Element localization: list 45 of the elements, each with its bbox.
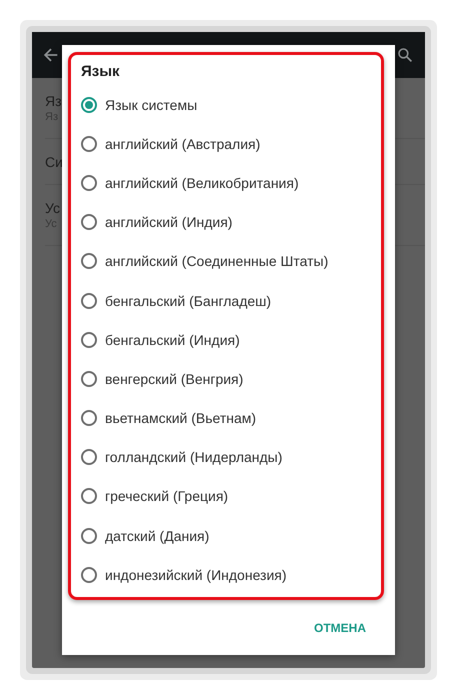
language-option[interactable]: голландский (Нидерланды) (81, 438, 381, 477)
language-option[interactable]: английский (Австралия) (81, 124, 381, 164)
option-label: вьетнамский (Вьетнам) (105, 410, 256, 426)
option-label: английский (Австралия) (105, 136, 260, 152)
option-label: голландский (Нидерланды) (105, 449, 282, 466)
option-label: английский (Индия) (105, 214, 232, 230)
option-label: венгерский (Венгрия) (105, 370, 244, 387)
radio-button[interactable] (81, 292, 97, 309)
option-label: индонезийский (Индонезия) (105, 566, 287, 583)
radio-button[interactable] (81, 370, 97, 387)
radio-button[interactable] (81, 528, 97, 544)
language-option[interactable]: бенгальский (Бангладеш) (81, 280, 381, 320)
language-option[interactable]: бенгальский (Индия) (81, 320, 381, 360)
option-label: Язык системы (105, 96, 198, 113)
option-label: английский (Соединенные Штаты) (105, 253, 328, 270)
setting-title: Си (45, 154, 63, 170)
radio-button[interactable] (81, 96, 97, 113)
radio-button[interactable] (81, 332, 97, 348)
dialog-title: Язык (81, 62, 121, 82)
radio-button[interactable] (81, 566, 97, 583)
language-option[interactable]: греческий (Греция) (81, 476, 381, 516)
radio-button[interactable] (81, 253, 97, 270)
radio-button[interactable] (81, 449, 97, 466)
radio-button[interactable] (81, 136, 97, 152)
option-label: бенгальский (Бангладеш) (105, 292, 272, 309)
back-arrow-icon[interactable] (42, 46, 60, 64)
setting-title: Яз (45, 93, 62, 109)
language-option[interactable]: венгерский (Венгрия) (81, 359, 381, 398)
option-label: бенгальский (Индия) (105, 332, 240, 348)
option-label: греческий (Греция) (105, 488, 228, 504)
language-option[interactable]: английский (Индия) (81, 202, 381, 242)
language-option[interactable]: английский (Великобритания) (81, 163, 381, 203)
option-label: датский (Дания) (105, 528, 210, 544)
language-option[interactable]: датский (Дания) (81, 516, 381, 556)
language-option[interactable]: индонезийский (Индонезия) (81, 555, 381, 594)
language-option[interactable]: Язык системы (81, 85, 381, 124)
option-label: английский (Великобритания) (105, 174, 299, 191)
setting-title: Ус (45, 200, 60, 216)
radio-button[interactable] (81, 488, 97, 504)
radio-button[interactable] (81, 174, 97, 191)
search-icon[interactable] (397, 47, 413, 63)
language-option[interactable]: английский (Соединенные Штаты) (81, 242, 381, 281)
language-option[interactable]: вьетнамский (Вьетнам) (81, 398, 381, 438)
radio-button[interactable] (81, 410, 97, 426)
radio-button[interactable] (81, 214, 97, 230)
